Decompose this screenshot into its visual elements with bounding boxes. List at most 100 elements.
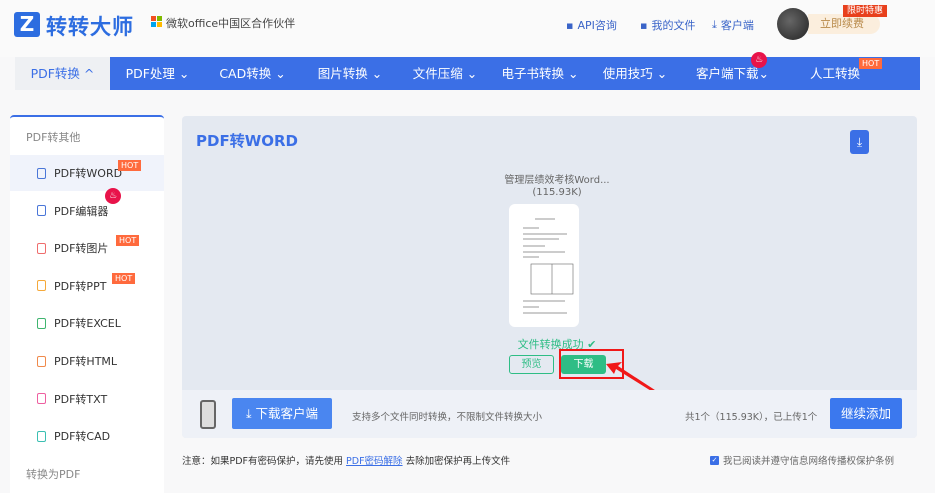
renew-label: 立即续费 [820, 17, 864, 30]
file-icon [37, 393, 46, 405]
phone-icon [200, 400, 216, 429]
notice-suffix: 去除加密保护再上传文件 [405, 456, 511, 467]
bottom-bar: ⤓ 下载客户端 支持多个文件同时转换，不限制文件转换大小 共1个（115.93K… [182, 390, 917, 438]
my-files-link[interactable]: ▪ 我的文件 [640, 17, 695, 33]
file-icon [37, 242, 46, 254]
client-link[interactable]: ⤓ 客户端 [712, 17, 754, 33]
chat-icon: ▪ [566, 18, 574, 32]
file-icon [37, 280, 46, 292]
nav-label: 电子书转换 [501, 66, 565, 81]
sidebar-item[interactable]: PDF转WORD HOT [10, 155, 164, 191]
hot-badge: HOT [118, 160, 142, 171]
download-client-button[interactable]: ⤓ 下载客户端 [232, 398, 332, 429]
file-count: 共1个（115.93K），已上传1个 [685, 412, 818, 423]
sidebar-section-title: PDF转其他 [26, 131, 81, 144]
sidebar-item[interactable]: PDF转HTML [10, 343, 164, 379]
chevron-down-icon: ⌄ [178, 66, 190, 81]
sidebar-item-label: PDF转PPT [54, 279, 107, 293]
notice-prefix: 注意：如果PDF有密码保护，请先使用 [182, 456, 344, 467]
nav-tips[interactable]: 使用技巧 ⌄ [590, 57, 680, 90]
my-files-label: 我的文件 [651, 19, 696, 32]
sidebar-item-label: PDF转HTML [54, 355, 118, 368]
header: Z 转转大师 微软office中国区合作伙伴 ▪ API咨询 ▪ 我的文件 ⤓ 客户端… [0, 0, 935, 57]
logo-icon[interactable]: Z [14, 12, 40, 37]
nav-manual[interactable]: 人工转换 HOT [785, 57, 885, 90]
download-icon[interactable]: ⤓ [850, 130, 869, 154]
file-icon [37, 355, 46, 367]
chevron-up-icon: ^ [83, 66, 95, 81]
partner-text: 微软office中国区合作伙伴 [166, 17, 296, 30]
file-size: (115.93K) [532, 187, 582, 198]
password-remove-link[interactable]: PDF密码解除 [346, 456, 403, 467]
promo-badge: 限时特惠 [843, 5, 888, 17]
sidebar-item[interactable]: PDF转CAD [10, 418, 164, 454]
nav-label: PDF转换 [30, 66, 80, 81]
support-text: 支持多个文件同时转换，不限制文件转换大小 [352, 412, 543, 423]
document-preview-icon [523, 218, 574, 314]
chevron-down-icon: ⌄ [275, 66, 286, 81]
sidebar-item[interactable]: PDF转PPT HOT [10, 268, 164, 304]
sidebar-item[interactable]: PDF转TXT [10, 381, 164, 417]
file-info: 管理层绩效考核Word... (115.93K) [482, 175, 632, 199]
chevron-down-icon: ⌄ [466, 66, 478, 81]
sidebar: PDF转其他 PDF转WORD HOT PDF编辑器 ♨ PDF转图片 HOT PDF转PP… [10, 115, 164, 493]
document-thumbnail[interactable] [509, 204, 579, 327]
converter-panel: PDF转WORD ⤓ 管理层绩效考核Word... (115.93K) 文件转换成… [182, 116, 917, 438]
nav-pdf-convert[interactable]: PDF转换 ^ [15, 57, 110, 90]
nav-ebook[interactable]: 电子书转换 ⌄ [490, 57, 590, 90]
download-icon: ⤓ [712, 18, 717, 31]
preview-button[interactable]: 预览 [509, 355, 554, 374]
microsoft-icon [151, 16, 162, 27]
nav-pdf-process[interactable]: PDF处理 ⌄ [110, 57, 205, 90]
sidebar-item-label: PDF转WORD [54, 167, 123, 180]
sidebar-item-label: PDF转图片 [54, 242, 109, 256]
nav-cad[interactable]: CAD转换 ⌄ [205, 57, 300, 90]
agree-checkbox[interactable]: ✓ 我已阅读并遵守信息网络传播权保护条例 [710, 453, 894, 467]
hot-badge: HOT [116, 235, 140, 247]
notice-text: 注意：如果PDF有密码保护，请先使用 PDF密码解除 去除加密保护再上传文件 [182, 453, 510, 467]
sidebar-item-label: PDF转EXCEL [54, 317, 121, 331]
nav-image[interactable]: 图片转换 ⌄ [300, 57, 400, 90]
file-icon [37, 430, 46, 442]
main-nav: PDF转换 ^ PDF处理 ⌄ CAD转换 ⌄ 图片转换 ⌄ 文件压缩 ⌄ 电子… [15, 52, 920, 90]
hot-badge: HOT [112, 272, 136, 284]
chevron-down-icon: ⌄ [371, 66, 383, 81]
checkbox-checked-icon[interactable]: ✓ [710, 455, 719, 465]
sidebar-item-label: PDF编辑器 [54, 204, 109, 218]
nav-client-download[interactable]: 客户端下载⌄ ♨ [680, 52, 785, 90]
sidebar-item[interactable]: PDF转EXCEL [10, 305, 164, 341]
logo-text[interactable]: 转转大师 [46, 11, 134, 41]
page-title: PDF转WORD [196, 132, 298, 150]
nav-label: 客户端下载 [696, 66, 759, 81]
folder-icon: ▪ [640, 18, 648, 32]
file-icon [37, 317, 46, 329]
hot-badge: HOT [859, 58, 883, 69]
agree-label: 我已阅读并遵守信息网络传播权保护条例 [723, 456, 895, 467]
sidebar-item-label: PDF转TXT [54, 392, 108, 406]
fire-icon: ♨ [105, 187, 121, 204]
avatar[interactable] [777, 8, 809, 40]
file-name: 管理层绩效考核Word... [504, 175, 610, 186]
nav-label: PDF处理 [125, 66, 175, 81]
file-icon [37, 205, 46, 217]
fire-icon: ♨ [751, 52, 767, 68]
nav-label: 图片转换 [317, 66, 368, 81]
nav-compress[interactable]: 文件压缩 ⌄ [400, 57, 490, 90]
nav-label: 人工转换 [809, 66, 860, 81]
continue-add-button[interactable]: 继续添加 [830, 398, 902, 429]
api-label: API咨询 [577, 19, 617, 32]
api-link[interactable]: ▪ API咨询 [566, 17, 617, 33]
chevron-down-icon: ⌄ [656, 66, 668, 81]
client-label: 客户端 [720, 19, 754, 32]
file-icon [37, 167, 46, 179]
sidebar-item[interactable]: PDF转图片 HOT [10, 230, 164, 266]
sidebar-item-label: PDF转CAD [54, 430, 111, 444]
nav-label: 文件压缩 [412, 66, 463, 81]
nav-label: CAD转换 [219, 66, 272, 81]
chevron-down-icon: ⌄ [568, 66, 579, 81]
sidebar-item[interactable]: PDF编辑器 ♨ [10, 187, 164, 229]
download-icon: ⤓ [245, 406, 252, 421]
renew-button[interactable]: 立即续费 [808, 14, 880, 34]
chevron-down-icon: ⌄ [758, 66, 769, 81]
sidebar-section-title: 转换为PDF [26, 468, 81, 481]
